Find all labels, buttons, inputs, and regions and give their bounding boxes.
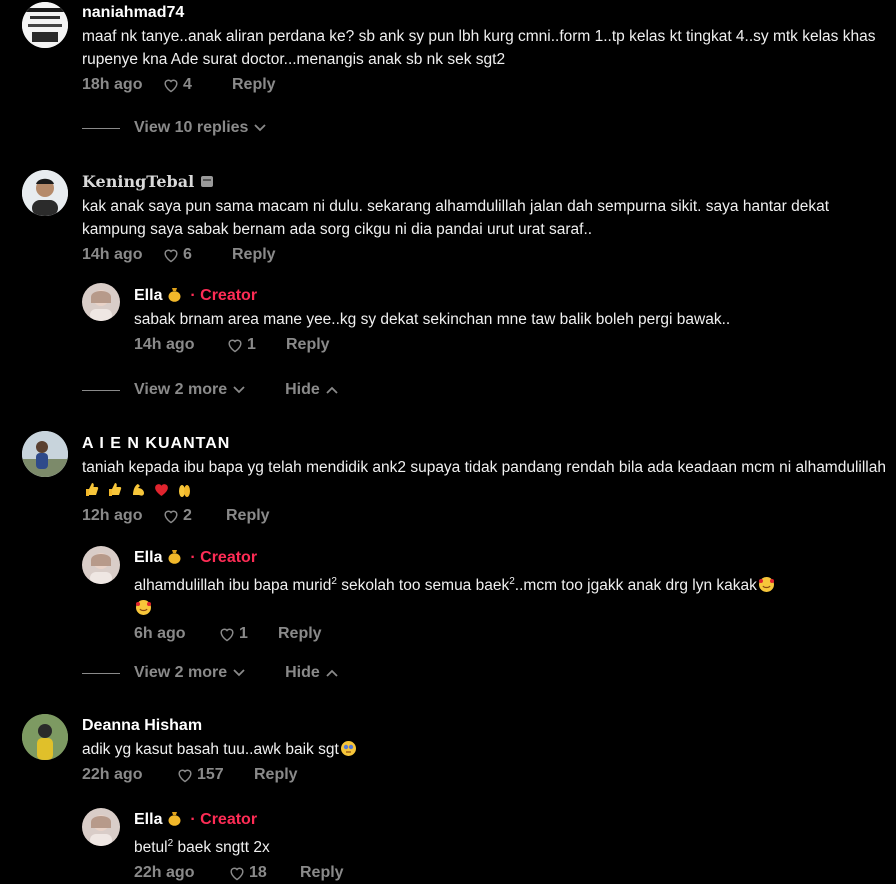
like-count: 157 (197, 766, 224, 783)
timestamp: 18h ago (82, 76, 143, 93)
hide-button[interactable]: Hide (285, 662, 338, 684)
reply-button[interactable]: Reply (286, 334, 330, 356)
username[interactable]: A I E N KUANTAN (82, 434, 886, 454)
username[interactable]: Ella · Creator (134, 810, 886, 830)
avatar[interactable] (22, 170, 68, 216)
like-button[interactable]: 1 (218, 623, 278, 645)
like-count: 2 (183, 507, 192, 524)
heart-icon (230, 867, 244, 881)
hide-label: Hide (285, 381, 320, 398)
folded-hands-icon (179, 485, 191, 497)
avatar[interactable] (22, 2, 68, 48)
username[interactable]: naniahmad74 (82, 3, 886, 23)
reply-button[interactable]: Reply (278, 623, 322, 645)
timestamp: 22h ago (82, 766, 143, 783)
smiling-face-with-hearts-icon (136, 600, 151, 616)
like-count: 1 (247, 336, 256, 353)
creator-badge: · Creator (190, 287, 258, 304)
view-more-label: View 2 more (134, 664, 228, 681)
avatar[interactable] (22, 431, 68, 477)
like-button[interactable]: 1 (226, 334, 286, 356)
money-bag-icon (168, 550, 181, 564)
heart-icon (164, 249, 178, 263)
username[interactable]: Ella · Creator (134, 286, 886, 306)
heart-icon (220, 628, 234, 642)
timestamp: 12h ago (82, 507, 143, 524)
chevron-up-icon (326, 386, 338, 394)
hide-label: Hide (285, 664, 320, 681)
chevron-down-icon (254, 124, 267, 132)
avatar[interactable] (82, 808, 120, 846)
view-more-button[interactable]: View 2 more (134, 379, 245, 401)
money-bag-icon (168, 288, 181, 302)
creator-badge: · Creator (190, 549, 258, 566)
like-count: 18 (249, 864, 267, 882)
comment-text: maaf nk tanye..anak aliran perdana ke? s… (82, 28, 876, 68)
chevron-up-icon (326, 669, 338, 677)
reply-button[interactable]: Reply (226, 505, 270, 527)
comment-text: betul2 baek sngtt 2x (134, 838, 270, 857)
reply-button[interactable]: Reply (232, 74, 276, 96)
divider (82, 672, 120, 674)
like-button[interactable]: 4 (162, 74, 232, 96)
comment-text: kak anak saya pun sama macam ni dulu. se… (82, 198, 830, 238)
view-replies-label: View 10 replies (134, 119, 249, 136)
comment-text: adik yg kasut basah tuu..awk baik sgt (82, 738, 886, 761)
like-count: 4 (183, 76, 192, 93)
money-bag-icon (168, 812, 181, 826)
like-button[interactable]: 157 (176, 764, 254, 786)
reply-button[interactable]: Reply (232, 244, 276, 266)
view-replies-button[interactable]: View 10 replies (134, 117, 267, 139)
comment-text: sabak brnam area mane yee..kg sy dekat s… (134, 311, 731, 328)
thumbs-up-icon (109, 483, 122, 496)
creator-badge: · Creator (190, 811, 258, 828)
chevron-down-icon (233, 386, 245, 394)
divider (82, 389, 120, 391)
timestamp: 14h ago (82, 246, 143, 263)
reply-button[interactable]: Reply (300, 862, 344, 884)
thread-controls: View 2 more Hide (82, 662, 338, 684)
comment-text: alhamdulillah ibu bapa murid2 sekolah to… (134, 570, 886, 620)
like-button[interactable]: 2 (162, 505, 226, 527)
view-more-button[interactable]: View 2 more (134, 662, 245, 684)
heart-icon (164, 79, 178, 93)
divider (82, 127, 120, 129)
username[interactable]: Deanna Hisham (82, 716, 886, 736)
avatar[interactable] (82, 283, 120, 321)
avatar[interactable] (82, 546, 120, 584)
reply-button[interactable]: Reply (254, 764, 298, 786)
heart-icon (228, 339, 242, 353)
username[interactable]: Ella · Creator (134, 548, 886, 568)
flexed-biceps-icon (132, 484, 144, 496)
badge-icon (200, 176, 213, 187)
crying-face-icon (340, 741, 356, 756)
thumbs-up-icon (86, 483, 99, 496)
like-button[interactable]: 18 (228, 862, 300, 884)
username[interactable]: KeningTebal (82, 172, 886, 193)
avatar[interactable] (22, 714, 68, 760)
red-heart-icon (155, 484, 168, 496)
timestamp: 14h ago (134, 336, 195, 353)
timestamp: 6h ago (134, 625, 186, 643)
like-button[interactable]: 6 (162, 244, 232, 266)
view-more-label: View 2 more (134, 381, 228, 398)
thread-controls: View 2 more Hide (82, 379, 338, 401)
comment-text: taniah kepada ibu bapa yg telah mendidik… (82, 456, 886, 502)
hide-button[interactable]: Hide (285, 379, 338, 401)
chevron-down-icon (233, 669, 245, 677)
heart-icon (164, 510, 178, 524)
thread-controls: View 10 replies (82, 117, 267, 139)
smiling-face-with-hearts-icon (758, 577, 774, 593)
timestamp: 22h ago (134, 864, 195, 882)
like-count: 6 (183, 246, 192, 263)
like-count: 1 (239, 625, 248, 643)
heart-icon (178, 769, 192, 783)
